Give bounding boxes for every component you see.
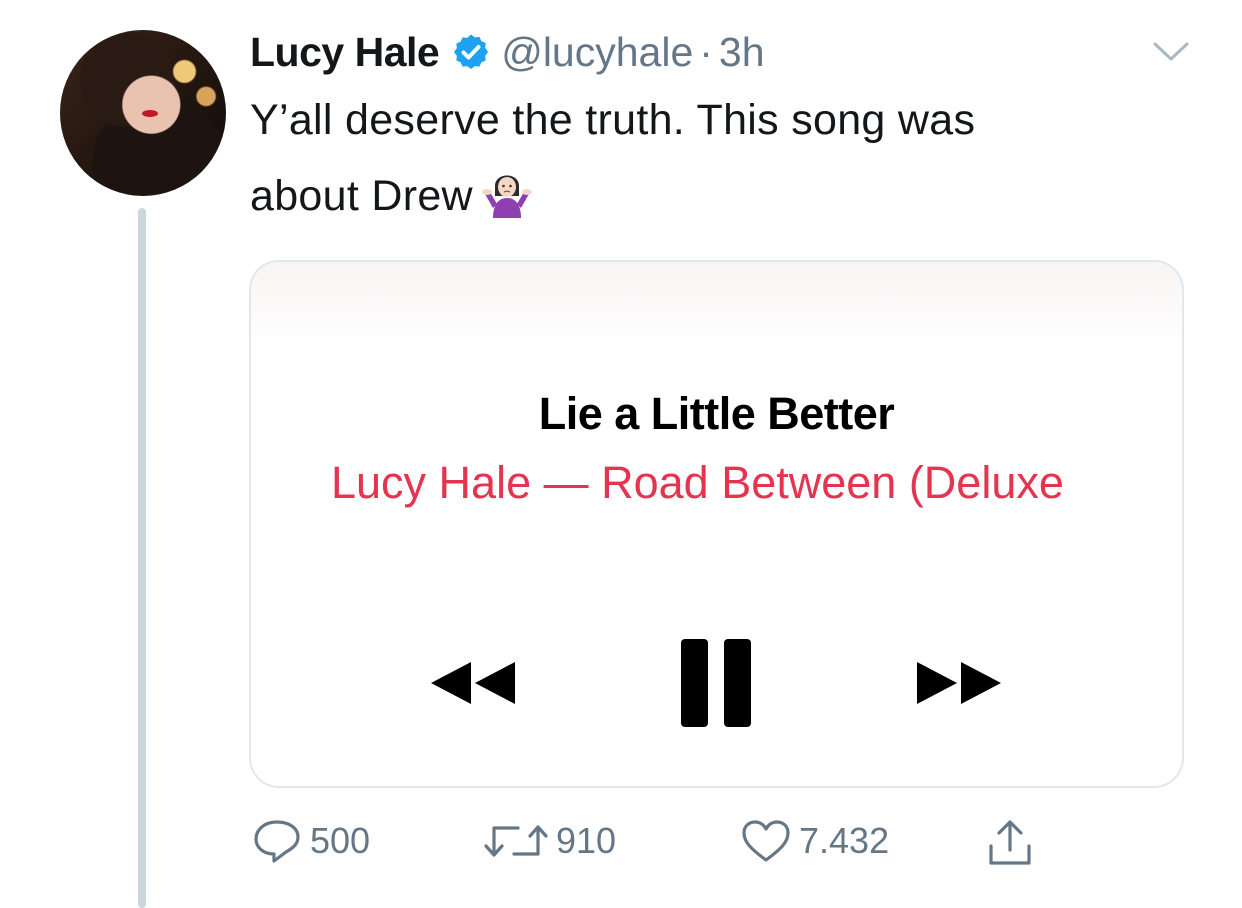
- retweet-count: 910: [556, 820, 617, 861]
- share-button[interactable]: [986, 818, 1042, 868]
- author-avatar[interactable]: [60, 30, 226, 196]
- reply-icon: [254, 820, 300, 863]
- tweet-header: Lucy Hale @lucyhale · 3h: [250, 26, 765, 78]
- retweet-button[interactable]: 910: [484, 818, 616, 864]
- chevron-down-icon[interactable]: [1152, 40, 1190, 64]
- verified-badge-icon: [454, 34, 489, 69]
- fast-forward-icon[interactable]: [913, 654, 1009, 712]
- tweet-text-line: about Drew: [250, 172, 473, 220]
- music-player-card[interactable]: Lie a Little Better Lucy Hale — Road Bet…: [249, 260, 1184, 788]
- song-title: Lie a Little Better: [538, 388, 895, 439]
- retweet-icon: [484, 825, 548, 857]
- tweet-text-line: Y’all deserve the truth. This song was: [250, 96, 976, 144]
- separator-dot: ·: [699, 28, 713, 75]
- tweet-timestamp[interactable]: 3h: [719, 29, 765, 76]
- rewind-icon[interactable]: [423, 654, 519, 712]
- author-handle[interactable]: @lucyhale: [501, 29, 693, 76]
- avatar-detail: [142, 110, 158, 117]
- heart-icon: [742, 820, 790, 862]
- person-shrugging-emoji: [481, 175, 532, 218]
- reply-count: 500: [310, 820, 371, 861]
- reply-button[interactable]: 500: [252, 818, 370, 864]
- song-artist-album: Lucy Hale — Road Between (Deluxe: [331, 457, 1064, 508]
- like-count: 7.432: [799, 820, 890, 861]
- tweet-text: Y’all deserve the truth. This song was a…: [250, 82, 1150, 234]
- thread-line: [138, 208, 146, 908]
- tweet-actions: 500 910 7.432: [0, 818, 1242, 874]
- tweet-text-line-2: about Drew: [250, 158, 1150, 234]
- like-button[interactable]: 7.432: [741, 818, 889, 864]
- pause-icon[interactable]: [679, 637, 753, 729]
- author-name[interactable]: Lucy Hale: [250, 29, 440, 76]
- share-icon: [989, 820, 1031, 865]
